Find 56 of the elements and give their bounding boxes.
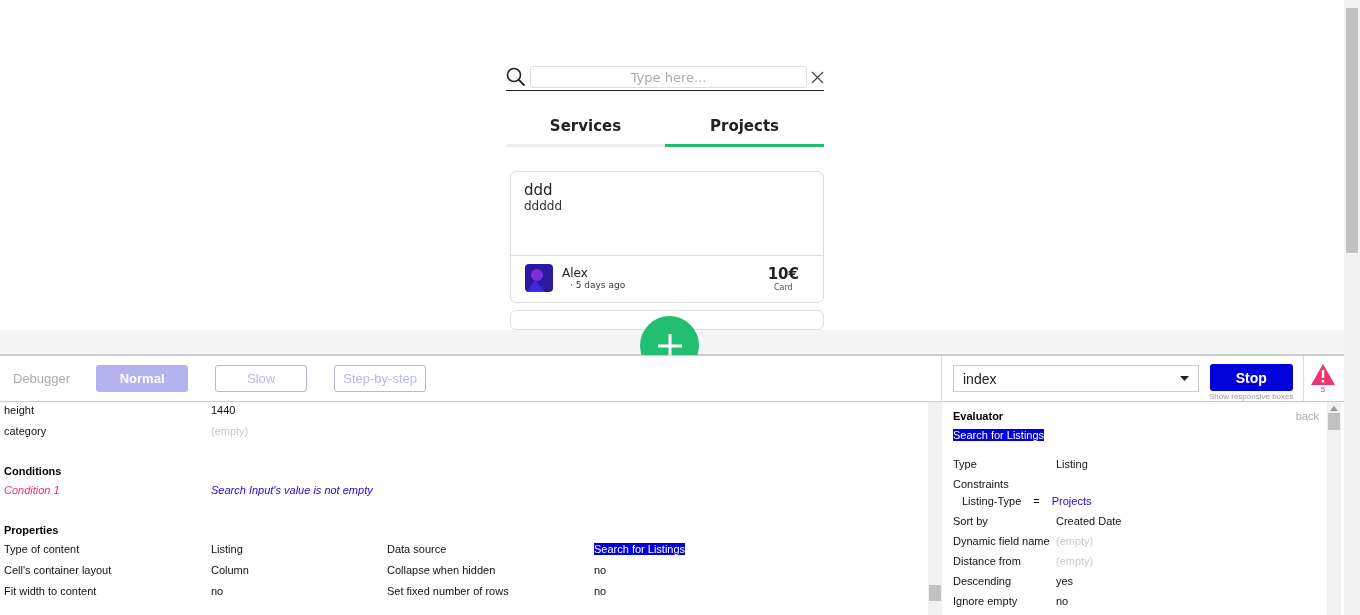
plus-icon bbox=[656, 332, 683, 355]
author-name: Alex bbox=[562, 266, 588, 280]
evaluator-label: Constraints bbox=[953, 478, 1010, 490]
evaluator-label: Dynamic field name bbox=[953, 535, 1051, 548]
card-title: ddd bbox=[524, 181, 553, 199]
issues-button[interactable]: 5 bbox=[1302, 356, 1343, 401]
evaluator-label: Distance from bbox=[953, 555, 1022, 568]
page-select[interactable]: index bbox=[953, 365, 1199, 392]
listing-card[interactable]: ddd ddddd Alex · 5 days ago 10€ Card bbox=[510, 171, 824, 303]
evaluator-value: yes bbox=[1056, 575, 1074, 588]
close-icon[interactable] bbox=[811, 70, 824, 84]
section-heading: Conditions bbox=[4, 465, 63, 477]
post-time: · 5 days ago bbox=[569, 280, 626, 290]
field-label: height bbox=[4, 404, 35, 418]
evaluator-value: Listing bbox=[1056, 458, 1088, 470]
avatar bbox=[525, 264, 553, 292]
tab[interactable]: Services bbox=[506, 109, 665, 147]
evaluator-label: Sort by bbox=[953, 515, 989, 528]
field-label: category bbox=[4, 425, 48, 439]
property-label: Collapse when hidden bbox=[387, 564, 497, 578]
property-value: no bbox=[594, 564, 608, 578]
property-value: Listing bbox=[211, 543, 244, 557]
section-heading: Properties bbox=[4, 524, 60, 536]
tab[interactable]: Projects bbox=[665, 109, 824, 147]
property-label: Fit width to content bbox=[4, 585, 98, 599]
evaluator-label: Ignore empty bbox=[953, 595, 1019, 608]
evaluator-value: no bbox=[1056, 595, 1069, 608]
evaluator-label: Descending bbox=[953, 575, 1013, 588]
scrollbar[interactable] bbox=[1327, 402, 1341, 615]
scrollbar[interactable] bbox=[928, 402, 942, 615]
property-value: Column bbox=[211, 564, 250, 578]
stop-button[interactable]: Stop bbox=[1209, 364, 1293, 391]
evaluator-label: Type bbox=[953, 458, 978, 470]
property-label: Type of content bbox=[4, 543, 81, 557]
highlighted-value: Search for Listings bbox=[594, 543, 686, 555]
evaluator-title: Evaluator bbox=[953, 410, 1004, 422]
warning-icon bbox=[1311, 363, 1335, 385]
property-label: Data source bbox=[387, 543, 448, 557]
constraint-text: Listing-Type = Projects bbox=[961, 495, 1092, 508]
property-label: Set fixed number of rows bbox=[387, 585, 510, 599]
property-value: no bbox=[594, 585, 608, 599]
condition-label: Condition 1 bbox=[4, 484, 61, 498]
search-icon[interactable] bbox=[506, 67, 526, 87]
search-field[interactable]: Type here... bbox=[530, 66, 807, 88]
evaluator-value: Created Date bbox=[1056, 515, 1122, 528]
price: 10€ bbox=[767, 264, 799, 283]
card-subtitle: ddddd bbox=[524, 199, 563, 213]
payment-method: Card bbox=[774, 282, 793, 292]
caret-icon bbox=[1180, 376, 1189, 381]
debugger-label: Debugger bbox=[13, 371, 71, 386]
field-value: 1440 bbox=[211, 404, 237, 418]
property-value: no bbox=[211, 585, 225, 599]
page-scrollbar[interactable] bbox=[1344, 0, 1360, 615]
highlighted-expression[interactable]: Search for Listings bbox=[953, 429, 1045, 441]
condition-expression: Search Input's value is not empty bbox=[211, 484, 374, 498]
property-label: Cell's container layout bbox=[4, 564, 113, 578]
